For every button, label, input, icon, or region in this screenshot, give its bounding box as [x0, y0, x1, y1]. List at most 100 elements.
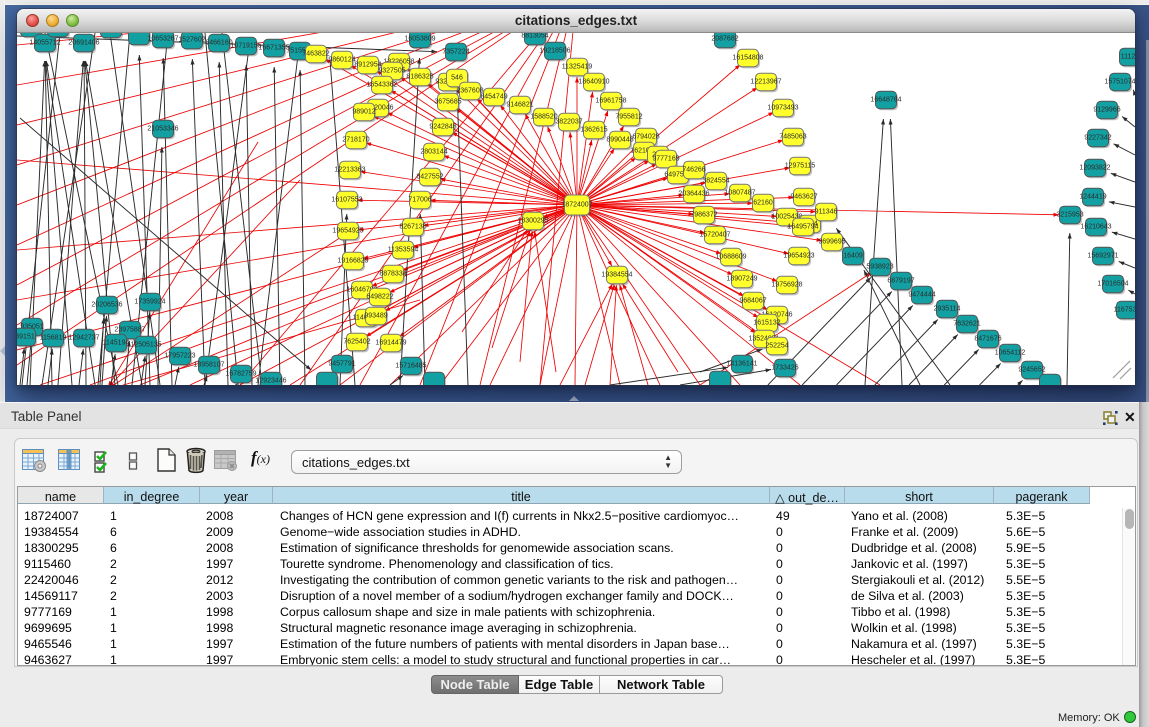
- svg-text:9146821: 9146821: [506, 102, 533, 109]
- svg-text:3824554: 3824554: [702, 178, 729, 185]
- svg-text:14055712: 14055712: [29, 40, 60, 47]
- svg-text:9227342: 9227342: [1084, 135, 1111, 142]
- svg-text:8427552: 8427552: [416, 174, 443, 181]
- svg-text:8186328: 8186328: [406, 74, 433, 81]
- svg-text:10807487: 10807487: [724, 190, 755, 197]
- svg-text:12213363: 12213363: [334, 167, 365, 174]
- svg-text:12942737: 12942737: [68, 335, 99, 342]
- svg-text:10654112: 10654112: [995, 350, 1026, 357]
- svg-text:8471676: 8471676: [974, 336, 1001, 343]
- svg-text:16154808: 16154808: [732, 55, 763, 62]
- svg-text:20691406: 20691406: [68, 40, 99, 47]
- svg-text:1588520: 1588520: [530, 114, 557, 121]
- svg-text:15716485: 15716485: [395, 363, 426, 370]
- svg-text:16961758: 16961758: [595, 98, 626, 105]
- svg-text:717006: 717006: [408, 197, 431, 204]
- svg-text:746266: 746266: [682, 167, 705, 174]
- svg-text:16914479: 16914479: [375, 340, 406, 347]
- svg-text:19218506: 19218506: [539, 48, 570, 55]
- svg-text:546: 546: [451, 75, 463, 82]
- svg-text:16782759: 16782759: [225, 371, 256, 378]
- svg-text:12975115: 12975115: [785, 163, 816, 170]
- svg-text:19166829: 19166829: [337, 258, 368, 265]
- svg-text:17957223: 17957223: [164, 353, 195, 360]
- svg-text:18907249: 18907249: [726, 276, 757, 283]
- svg-text:7955812: 7955812: [615, 114, 642, 121]
- svg-text:19384554: 19384554: [601, 272, 632, 279]
- svg-text:8454749: 8454749: [480, 94, 507, 101]
- svg-text:16053809: 16053809: [404, 36, 435, 43]
- svg-text:6466160: 6466160: [205, 40, 232, 47]
- svg-text:1527602: 1527602: [178, 37, 205, 44]
- svg-text:17016504: 17016504: [1097, 281, 1128, 288]
- svg-text:8813054: 8813054: [521, 33, 548, 40]
- svg-text:11353594: 11353594: [388, 247, 419, 254]
- svg-text:7986372: 7986372: [690, 212, 717, 219]
- svg-text:13958107: 13958107: [193, 362, 224, 369]
- svg-text:9457791: 9457791: [328, 361, 355, 368]
- svg-text:3215953: 3215953: [1056, 212, 1083, 219]
- svg-text:11325419: 11325419: [562, 64, 593, 71]
- svg-text:16107553: 16107553: [331, 197, 362, 204]
- svg-text:10653267: 10653267: [147, 36, 178, 43]
- svg-text:6498222: 6498222: [366, 294, 393, 301]
- svg-text:9860124: 9860124: [328, 57, 355, 64]
- svg-text:911346: 911346: [815, 209, 838, 216]
- svg-text:7632621: 7632621: [953, 321, 980, 328]
- svg-text:1362615: 1362615: [580, 127, 607, 134]
- svg-text:18724007: 18724007: [561, 202, 592, 209]
- svg-text:2718170: 2718170: [342, 137, 369, 144]
- svg-text:9777169: 9777169: [652, 156, 679, 163]
- svg-text:12505135: 12505135: [130, 342, 161, 349]
- svg-text:16210643: 16210643: [1080, 224, 1111, 231]
- svg-text:9327505: 9327505: [378, 68, 405, 75]
- svg-text:23975887: 23975887: [114, 327, 145, 334]
- svg-text:1156819: 1156819: [40, 335, 67, 342]
- svg-text:252254: 252254: [765, 343, 788, 350]
- svg-text:7463822: 7463822: [302, 51, 329, 58]
- svg-text:3675685: 3675685: [434, 99, 461, 106]
- svg-text:14136141: 14136141: [726, 361, 757, 368]
- svg-text:8990448: 8990448: [606, 137, 633, 144]
- svg-text:9699695: 9699695: [818, 239, 845, 246]
- svg-text:9242848: 9242848: [429, 124, 456, 131]
- svg-text:62160: 62160: [753, 200, 773, 207]
- svg-text:15692971: 15692971: [1087, 253, 1118, 260]
- svg-text:9245652: 9245652: [1018, 367, 1045, 374]
- svg-text:9129966: 9129966: [1093, 107, 1120, 114]
- svg-text:9474444: 9474444: [908, 292, 935, 299]
- svg-text:7625402: 7625402: [343, 339, 370, 346]
- svg-text:12093822: 12093822: [1079, 165, 1110, 172]
- svg-text:18640910: 18640910: [578, 79, 609, 86]
- svg-text:1167534: 1167534: [1114, 307, 1135, 314]
- svg-text:6794028: 6794028: [632, 134, 659, 141]
- svg-text:16409: 16409: [843, 253, 863, 260]
- svg-text:1615132: 1615132: [753, 320, 780, 327]
- svg-text:9463627: 9463627: [790, 194, 817, 201]
- svg-text:7357224: 7357224: [442, 49, 469, 56]
- svg-text:19654923: 19654923: [783, 253, 814, 260]
- svg-text:8878334: 8878334: [379, 271, 406, 278]
- svg-text:5938923: 5938923: [866, 264, 893, 271]
- svg-text:7485063: 7485063: [779, 134, 806, 141]
- svg-text:21053346: 21053346: [147, 126, 178, 133]
- svg-text:9684067: 9684067: [739, 298, 766, 305]
- svg-text:2803144: 2803144: [420, 149, 447, 156]
- svg-text:18300295: 18300295: [517, 218, 548, 225]
- svg-text:19654925: 19654925: [332, 228, 363, 235]
- svg-text:16648784: 16648784: [870, 97, 901, 104]
- svg-text:12213967: 12213967: [750, 79, 781, 86]
- svg-text:10973493: 10973493: [767, 105, 798, 112]
- svg-text:10719155: 10719155: [230, 43, 261, 50]
- svg-text:20206536: 20206536: [91, 302, 122, 309]
- svg-text:2087682: 2087682: [711, 36, 738, 43]
- svg-text:17359924: 17359924: [134, 299, 165, 306]
- svg-text:20364436: 20364436: [678, 191, 709, 198]
- svg-text:1145194: 1145194: [103, 340, 130, 347]
- svg-text:16671355: 16671355: [258, 45, 289, 52]
- svg-text:1733426: 1733426: [771, 365, 798, 372]
- svg-text:19756928: 19756928: [771, 282, 802, 289]
- svg-text:12923446: 12923446: [255, 378, 286, 385]
- svg-text:2935114: 2935114: [934, 306, 961, 313]
- svg-text:8267130: 8267130: [399, 224, 426, 231]
